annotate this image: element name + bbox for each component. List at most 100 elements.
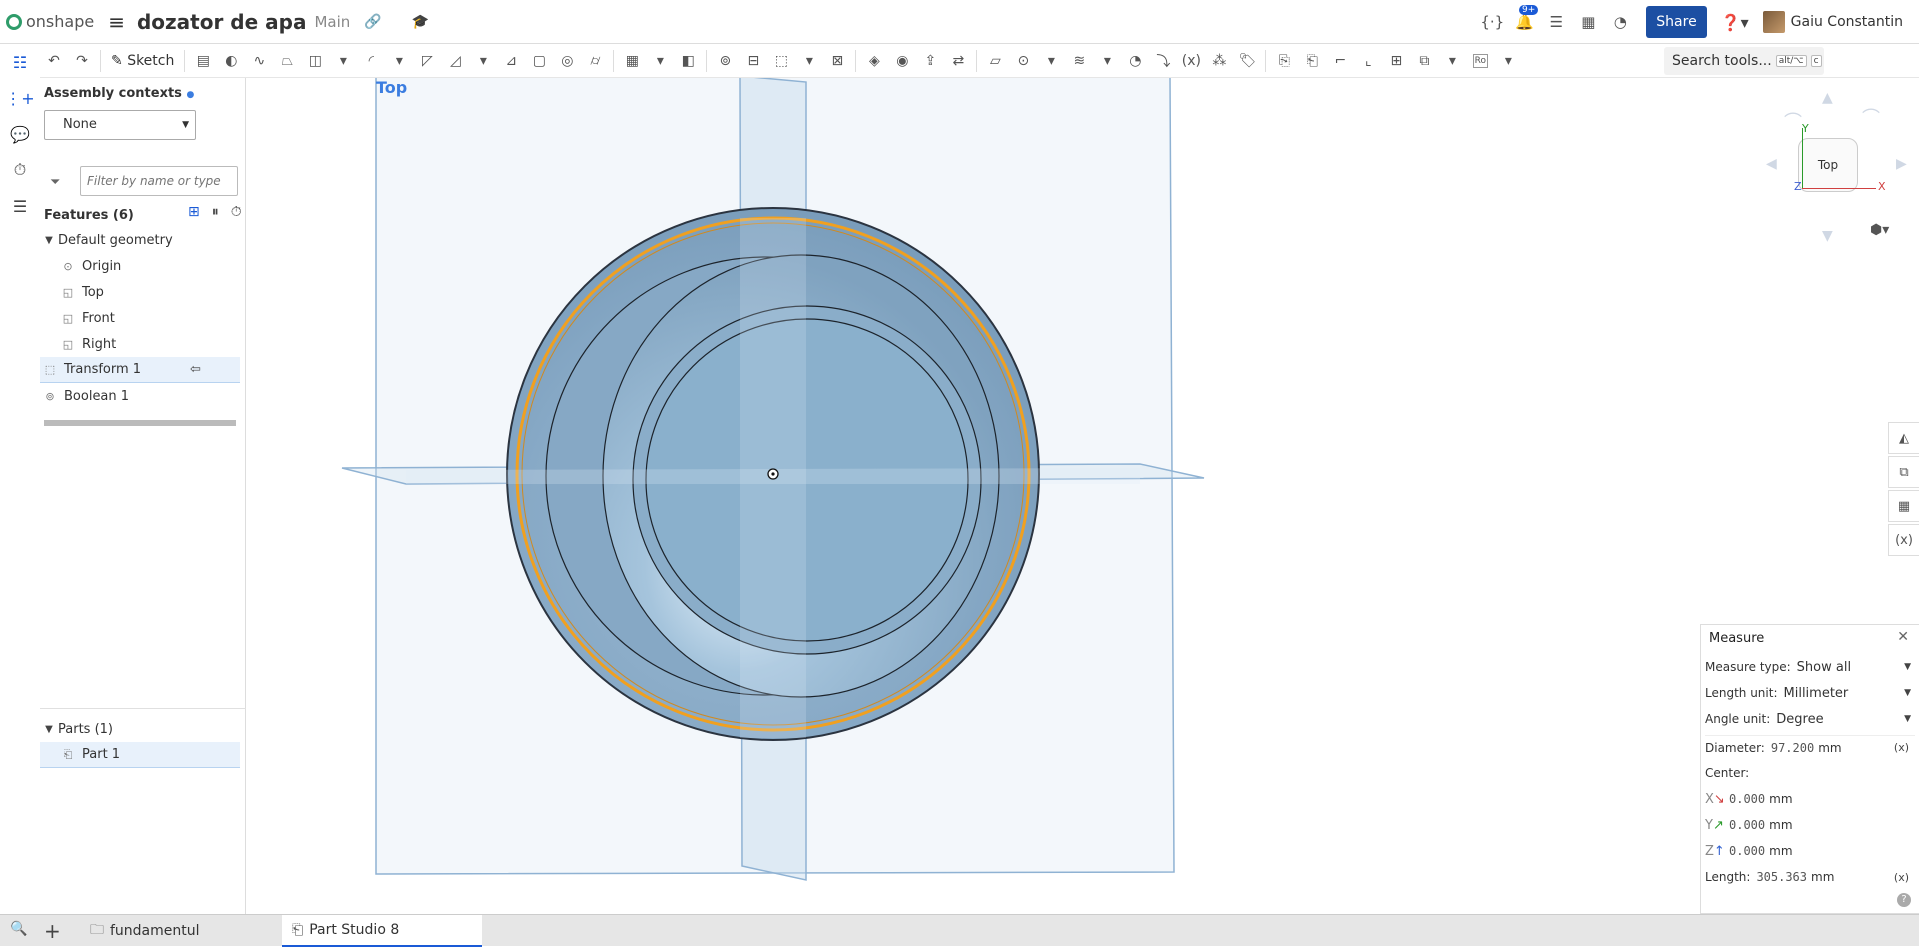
rollback-arrow-icon[interactable]: ⇦ — [190, 362, 201, 377]
menu-icon[interactable]: ≡ — [108, 10, 125, 34]
view-cube[interactable]: ▲ ◀ ▶ ▼ ⌒ ⌒ Top Y X Z ⬢▾ — [1766, 90, 1907, 250]
tab-manager-icon[interactable]: 🔍 — [10, 921, 27, 937]
document-title[interactable]: dozator de apa — [137, 10, 306, 34]
center-y-row[interactable]: Y↗ 0.000 mm — [1705, 813, 1915, 837]
parts-header[interactable]: ▼ Parts (1) — [40, 716, 240, 742]
dropdown-icon[interactable]: ▾ — [329, 49, 357, 73]
cylinder-icon[interactable]: ⌭ — [581, 49, 609, 73]
ro-icon[interactable]: Ro — [1466, 49, 1494, 73]
rotate-up-icon[interactable]: ▲ — [1822, 90, 1833, 106]
measure-type-select[interactable]: Show all ▼ — [1797, 660, 1915, 675]
pattern-icon[interactable]: ▦ — [618, 49, 646, 73]
replace-face-icon[interactable]: ⇄ — [944, 49, 972, 73]
variables-icon[interactable]: {·} — [1476, 13, 1508, 31]
chamfer-icon[interactable]: ◸ — [413, 49, 441, 73]
center-x-value[interactable]: 0.000 — [1729, 792, 1765, 806]
rollback-bar[interactable] — [44, 420, 236, 426]
tag-icon[interactable]: 🏷 — [1233, 49, 1261, 73]
branch-name[interactable]: Main — [314, 13, 350, 31]
length-unit-select[interactable]: Millimeter ▼ — [1784, 686, 1916, 701]
delete-face-icon[interactable]: ◉ — [888, 49, 916, 73]
dropdown-icon[interactable]: ▾ — [795, 49, 823, 73]
center-z-row[interactable]: Z↑ 0.000 mm — [1705, 839, 1915, 863]
help-icon[interactable]: ? — [1897, 893, 1911, 907]
rotate-cw-icon[interactable]: ⌒ — [1862, 104, 1880, 130]
angle-unit-select[interactable]: Degree ▼ — [1776, 712, 1915, 727]
dropdown-icon[interactable]: ▾ — [469, 49, 497, 73]
dropdown-icon[interactable]: ▾ — [1093, 49, 1121, 73]
notifications-icon[interactable]: 🔔 9+ — [1508, 5, 1540, 31]
feature-list-icon[interactable]: ☷ — [0, 44, 40, 80]
tree-item-top[interactable]: ◱ Top — [40, 279, 240, 305]
draft-icon[interactable]: ◿ — [441, 49, 469, 73]
chevron-down-icon[interactable]: ▼ — [40, 235, 58, 246]
tree-feature-boolean[interactable]: ⊚ Boolean 1 — [40, 383, 240, 409]
center-y-value[interactable]: 0.000 — [1729, 818, 1765, 832]
display-states-icon[interactable]: ⧉ — [1888, 456, 1919, 488]
view-cube-face[interactable]: Top — [1798, 138, 1858, 192]
tree-item-front[interactable]: ◱ Front — [40, 305, 240, 331]
dropdown-icon[interactable]: ▾ — [385, 49, 413, 73]
search-tools-button[interactable]: Search tools... alt/⌥ c — [1664, 47, 1824, 75]
corner-icon[interactable]: ⌞ — [1354, 49, 1382, 73]
close-icon[interactable]: ✕ — [1897, 629, 1909, 645]
tab-part-studio-8[interactable]: ⎗ Part Studio 8 — [282, 915, 482, 947]
insert-feature-icon[interactable]: ⊞ — [188, 204, 200, 220]
timer-icon[interactable]: ⏱ — [231, 204, 242, 220]
user-name[interactable]: Gaiu Constantin — [1791, 14, 1903, 30]
fit-spline-icon[interactable]: ◔ — [1121, 49, 1149, 73]
hole-icon[interactable]: ◎ — [553, 49, 581, 73]
add-tab-icon[interactable]: + — [44, 919, 61, 943]
rotate-left-icon[interactable]: ◀ — [1766, 156, 1777, 172]
rotate-ccw-icon[interactable]: ⌒ — [1784, 108, 1802, 134]
center-x-row[interactable]: X↘ 0.000 mm — [1705, 787, 1915, 811]
variable-x-icon[interactable]: (x) — [1177, 49, 1205, 73]
mate-connector-icon[interactable]: ⊙ — [1009, 49, 1037, 73]
tab-fundamentul[interactable]: 🗀 fundamentul — [80, 915, 280, 947]
rotate-down-icon[interactable]: ▼ — [1822, 228, 1833, 244]
help-icon[interactable]: ❓▾ — [1721, 13, 1749, 32]
rotate-right-icon[interactable]: ▶ — [1896, 156, 1907, 172]
delete-part-icon[interactable]: ⊠ — [823, 49, 851, 73]
diameter-value[interactable]: 97.200 — [1771, 741, 1814, 755]
filter-icon[interactable]: ⏷ — [50, 175, 60, 190]
loft-icon[interactable]: ⏢ — [273, 49, 301, 73]
pause-icon[interactable]: ⏸ — [212, 204, 219, 220]
dropdown-icon[interactable]: ▾ — [1037, 49, 1065, 73]
center-z-value[interactable]: 0.000 — [1729, 844, 1765, 858]
redo-icon[interactable]: ↷ — [68, 49, 96, 73]
modify-fillet-icon[interactable]: ◈ — [860, 49, 888, 73]
copy-variable-icon[interactable]: (x) — [1894, 741, 1909, 754]
boolean-icon[interactable]: ⊚ — [711, 49, 739, 73]
shell-icon[interactable]: ▢ — [525, 49, 553, 73]
tasks-icon[interactable]: ☰ — [1540, 13, 1572, 31]
plane-icon[interactable]: ▱ — [981, 49, 1009, 73]
derived-icon[interactable]: ⁂ — [1205, 49, 1233, 73]
diameter-row[interactable]: Diameter: 97.200 mm (x) — [1705, 735, 1915, 759]
tree-item-right[interactable]: ◱ Right — [40, 331, 240, 357]
thicken-icon[interactable]: ◫ — [301, 49, 329, 73]
tab-icon[interactable]: ⊞ — [1382, 49, 1410, 73]
tree-item-origin[interactable]: ⊙ Origin — [40, 253, 240, 279]
model-view[interactable] — [246, 78, 1919, 914]
length-value[interactable]: 305.363 — [1756, 870, 1807, 884]
sweep-icon[interactable]: ∿ — [245, 49, 273, 73]
move-face-icon[interactable]: ⇪ — [916, 49, 944, 73]
copy-variable-icon[interactable]: (x) — [1894, 871, 1909, 884]
transform-icon[interactable]: ⬚ — [767, 49, 795, 73]
variable-icon[interactable]: ⤵ — [1149, 49, 1177, 73]
learning-icon[interactable]: ◔ — [1604, 13, 1636, 31]
graphics-viewport[interactable] — [246, 78, 1919, 914]
assembly-context-select[interactable]: None ▼ — [44, 110, 196, 140]
view-options-icon[interactable]: ⬢▾ — [1870, 222, 1889, 238]
avatar[interactable] — [1762, 11, 1785, 33]
frame-icon[interactable]: ⧉ — [1410, 49, 1438, 73]
chevron-down-icon[interactable]: ▼ — [40, 724, 58, 735]
dropdown-icon[interactable]: ▾ — [646, 49, 674, 73]
configurations-icon[interactable]: (x) — [1888, 524, 1919, 556]
length-row[interactable]: Length: 305.363 mm (x) — [1705, 865, 1915, 889]
sheet-metal-icon[interactable]: ⎘ — [1270, 49, 1298, 73]
filter-input[interactable] — [80, 166, 238, 196]
education-icon[interactable]: 🎓 — [412, 14, 429, 30]
insert-icon[interactable]: ⋮+ — [0, 80, 40, 116]
